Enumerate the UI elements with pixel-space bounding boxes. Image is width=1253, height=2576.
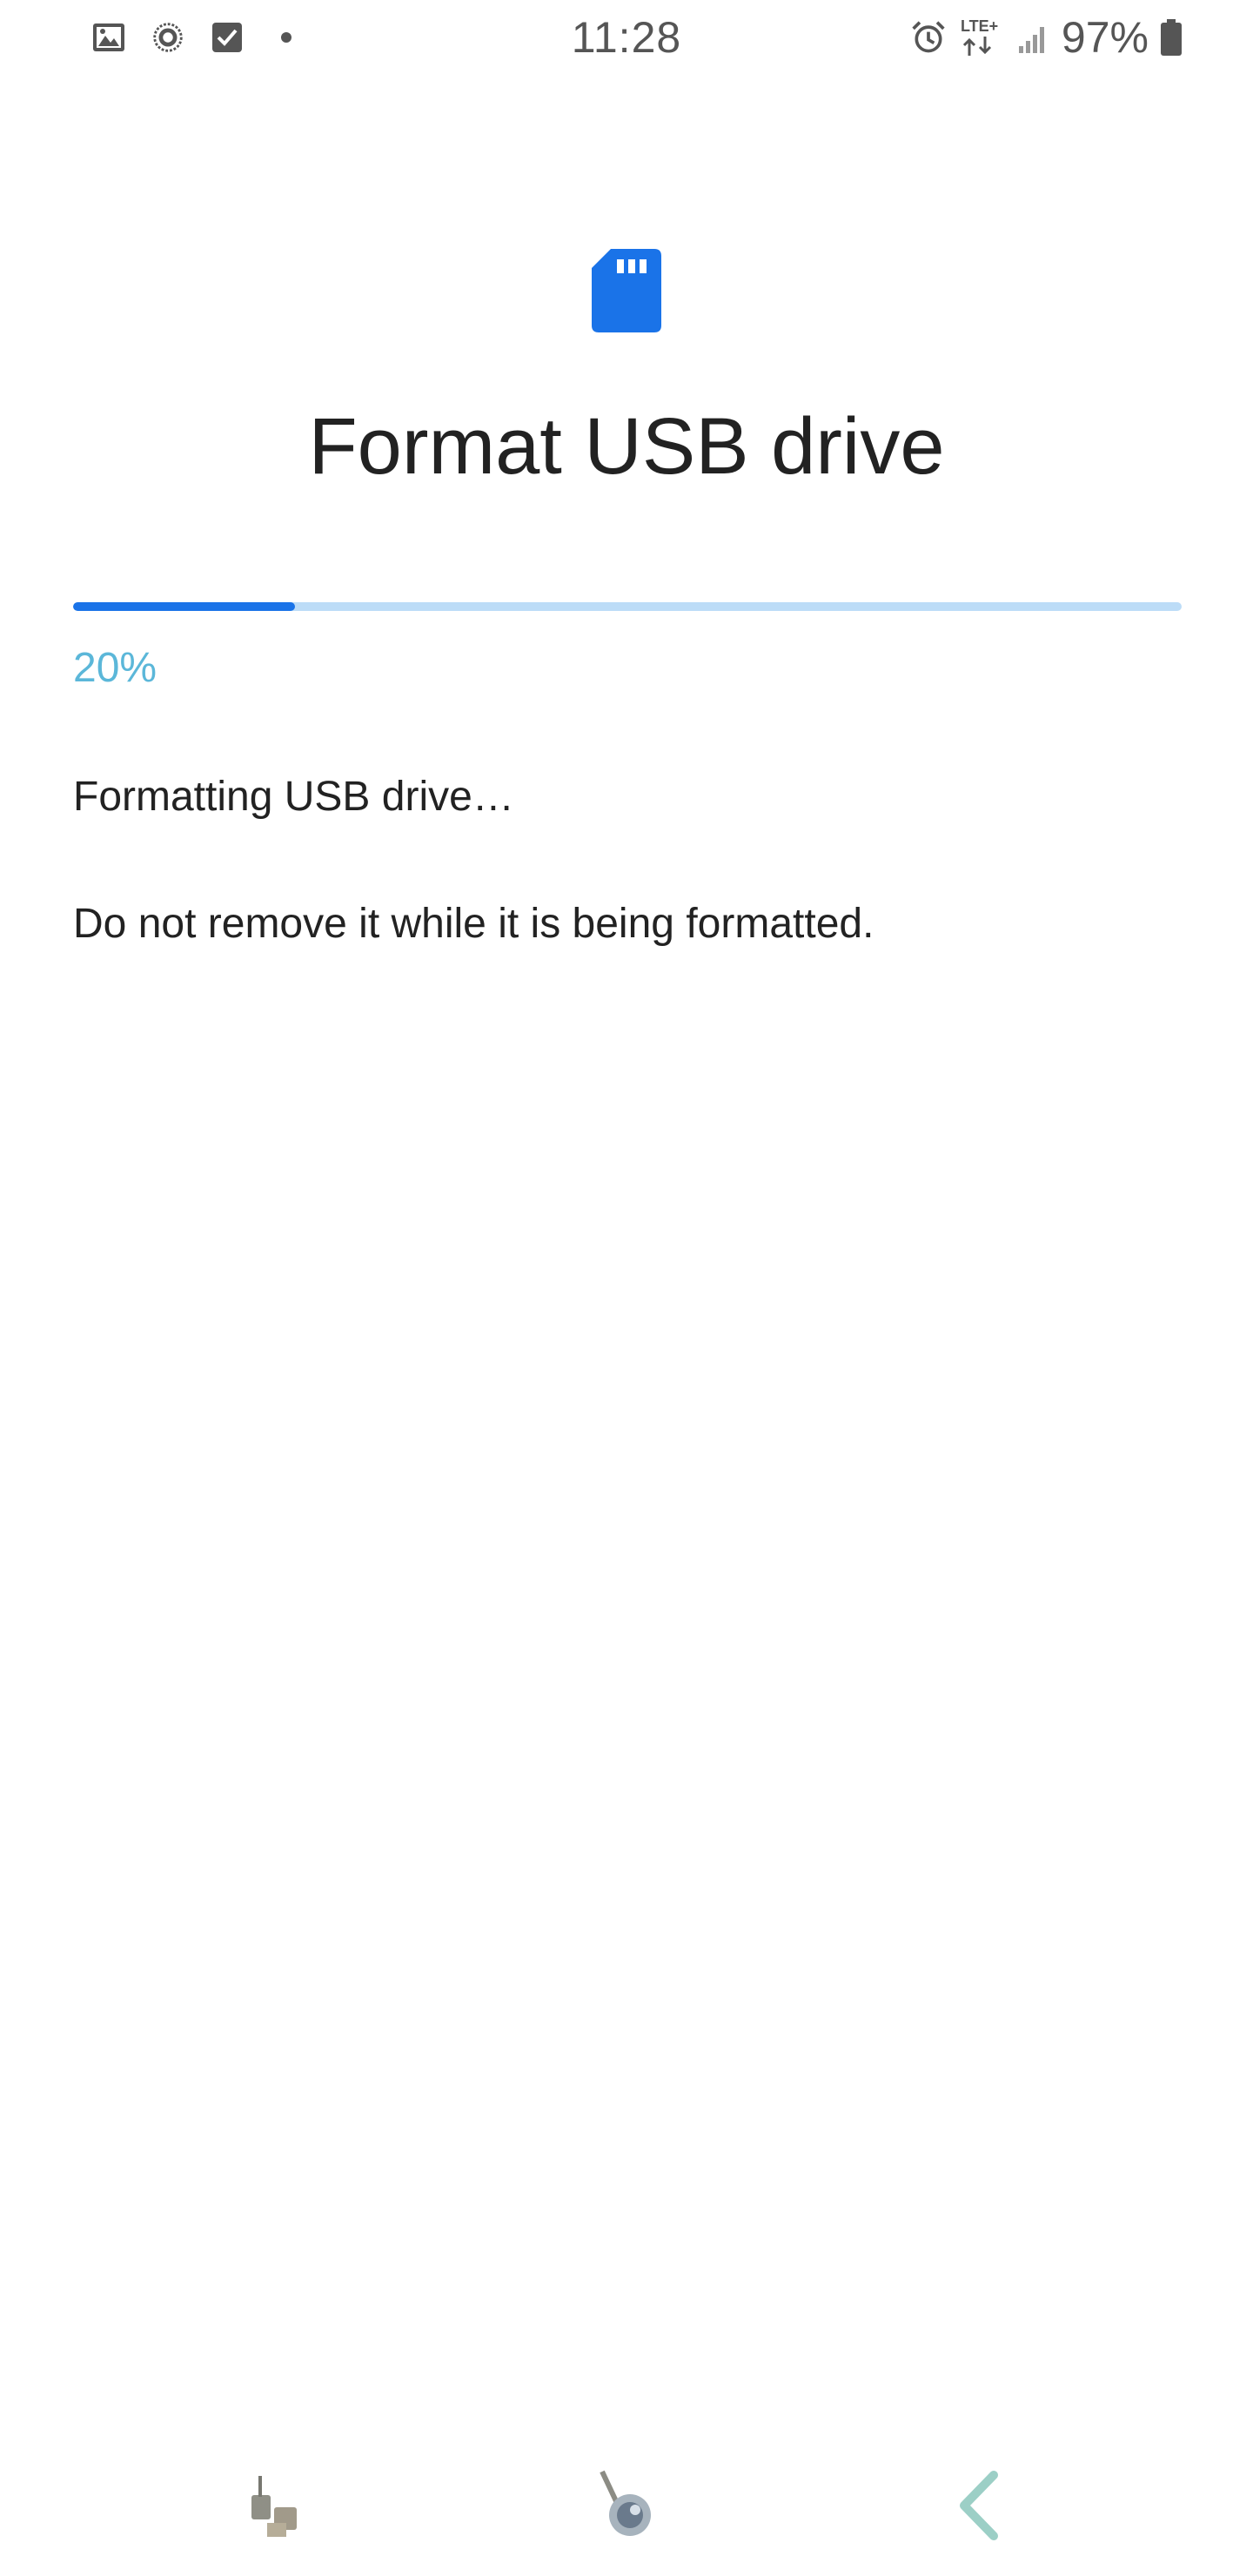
home-button[interactable] (579, 2459, 674, 2555)
progress-percent: 20% (73, 645, 157, 691)
sd-card-icon (592, 249, 661, 332)
recent-apps-icon (241, 2469, 311, 2546)
navigation-bar (0, 2433, 1253, 2576)
back-icon (948, 2466, 1009, 2549)
recent-apps-button[interactable] (228, 2459, 324, 2555)
do-not-remove-warning: Do not remove it while it is being forma… (73, 901, 874, 947)
lte-data-icon: LTE+ (957, 17, 1004, 56)
lte-label: LTE+ (961, 17, 998, 35)
formatting-status-text: Formatting USB drive… (73, 774, 514, 820)
signal-icon (1015, 19, 1051, 56)
format-progress-bar (73, 602, 1182, 611)
battery-percent: 97% (1061, 13, 1149, 62)
back-button[interactable] (931, 2459, 1027, 2555)
home-icon (590, 2466, 663, 2549)
format-progress-fill (73, 602, 295, 611)
page-title: Format USB drive (308, 402, 945, 491)
status-bar: 11:28 LTE+ 97% (0, 0, 1253, 75)
system-icons: LTE+ 97% (910, 13, 1183, 62)
battery-icon (1159, 19, 1183, 56)
alarm-icon (910, 19, 947, 56)
